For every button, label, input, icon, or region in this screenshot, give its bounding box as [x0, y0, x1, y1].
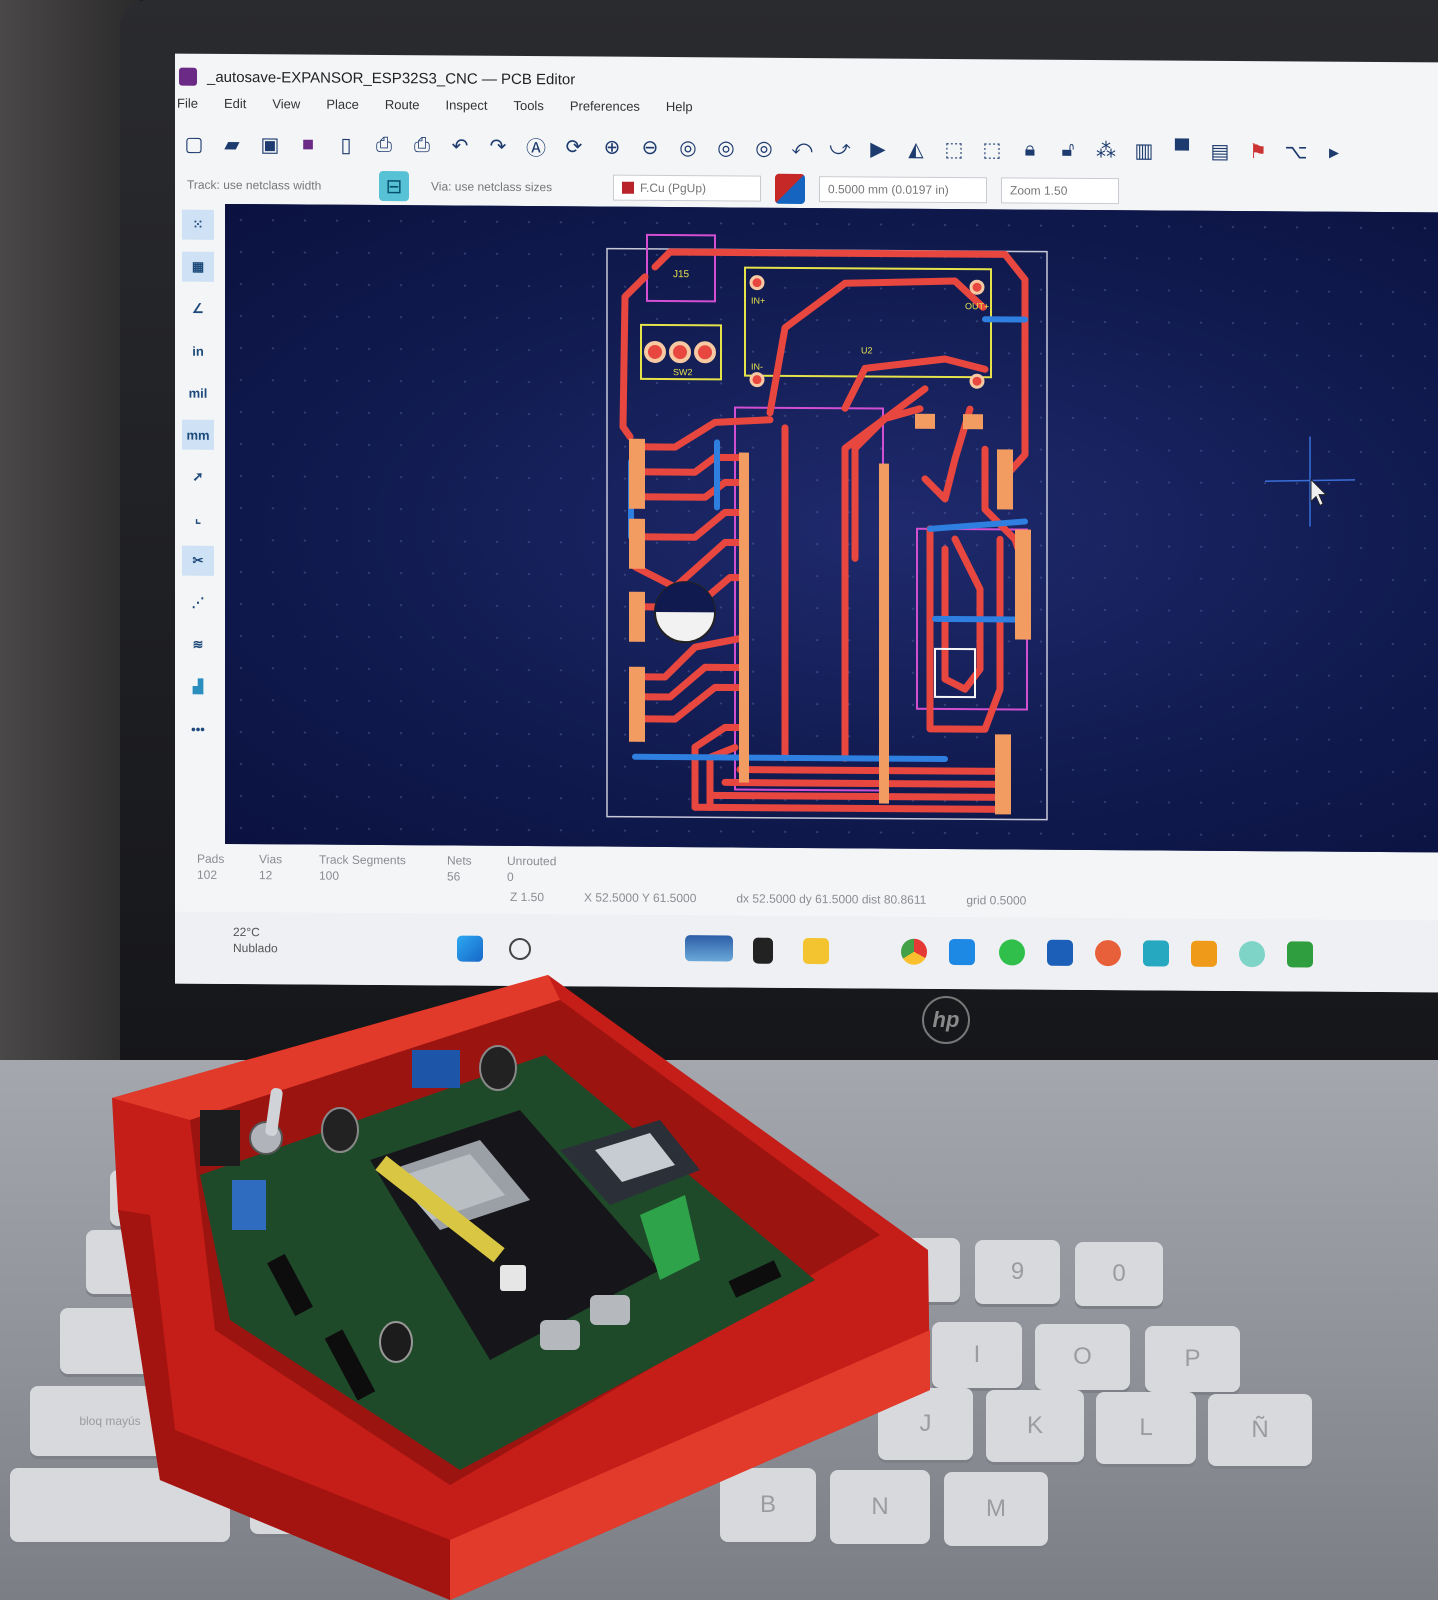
- buck-converter-potentiometer: [412, 1050, 460, 1088]
- capacitor-top: [479, 1045, 517, 1091]
- capacitor-bottom: [379, 1321, 413, 1363]
- usb-c-port-2: [540, 1320, 580, 1350]
- enclosure-photo: [112, 975, 930, 1600]
- power-jack: [200, 1110, 240, 1166]
- boot-button: [500, 1265, 526, 1291]
- toggle-switch-base: [232, 1180, 266, 1230]
- capacitor-left: [321, 1107, 359, 1153]
- usb-c-port: [590, 1295, 630, 1325]
